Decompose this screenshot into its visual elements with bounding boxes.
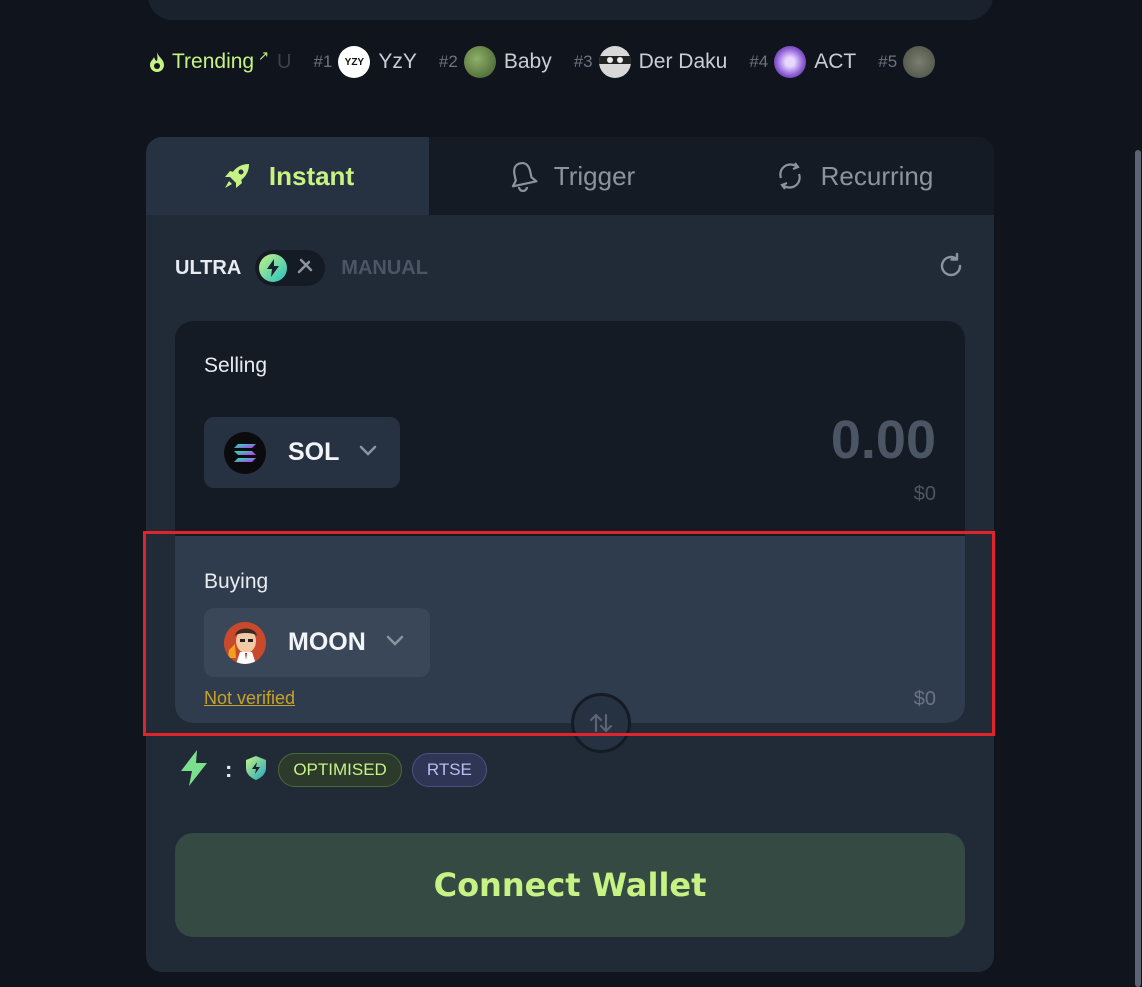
chevron-down-icon bbox=[386, 634, 404, 652]
selling-label: Selling bbox=[204, 354, 268, 377]
optimised-badge: OPTIMISED bbox=[278, 753, 402, 787]
lightning-icon bbox=[179, 749, 209, 791]
tab-instant-label: Instant bbox=[268, 160, 355, 191]
swap-direction-button[interactable] bbox=[571, 693, 631, 753]
token-avatar bbox=[774, 46, 807, 78]
trending-item-2[interactable]: #2 Baby bbox=[439, 46, 552, 78]
not-verified-link[interactable]: Not verified bbox=[204, 688, 295, 709]
trending-rank: #5 bbox=[878, 52, 898, 71]
sol-icon bbox=[224, 431, 266, 474]
buying-token-selector[interactable]: MOON bbox=[204, 608, 430, 677]
trending-rank: #4 bbox=[749, 52, 769, 71]
mode-ultra-label[interactable]: ULTRA bbox=[175, 257, 241, 280]
chevron-down-icon bbox=[359, 444, 377, 462]
bell-icon bbox=[511, 161, 538, 192]
tab-trigger[interactable]: Trigger bbox=[429, 137, 714, 215]
lightning-icon bbox=[259, 254, 288, 282]
tab-instant[interactable]: Instant bbox=[146, 137, 429, 215]
trending-name: ACT bbox=[814, 50, 857, 73]
selling-token-name: SOL bbox=[288, 438, 340, 466]
trending-item-3[interactable]: #3 Der Daku bbox=[573, 46, 728, 78]
buying-token-name: MOON bbox=[288, 628, 366, 656]
trending-name: Der Daku bbox=[638, 50, 728, 73]
recurring-icon bbox=[778, 162, 801, 190]
trending-label: Trending bbox=[172, 50, 255, 73]
scrollbar-thumb[interactable] bbox=[1135, 150, 1141, 987]
trending-name: YzY bbox=[378, 50, 417, 73]
buying-label: Buying bbox=[204, 570, 269, 593]
faded-trending-item: U bbox=[277, 50, 292, 73]
selling-usd-value: $0 bbox=[913, 483, 936, 505]
swap-arrows-icon bbox=[589, 713, 613, 733]
swap-card: Instant Trigger Recurring ULTRA MANUAL S… bbox=[146, 137, 994, 972]
tab-trigger-label: Trigger bbox=[553, 160, 636, 191]
trending-rank: #2 bbox=[438, 52, 458, 71]
order-type-tabs: Instant Trigger Recurring bbox=[146, 137, 994, 215]
trending-link[interactable]: Trending ↗ bbox=[148, 48, 270, 74]
mode-toggle[interactable] bbox=[255, 250, 326, 286]
external-arrow-icon: ↗ bbox=[258, 48, 270, 63]
top-panel bbox=[148, 0, 993, 20]
token-avatar: YZY bbox=[338, 46, 371, 78]
trending-item-4[interactable]: #4 ACT bbox=[749, 46, 856, 78]
token-avatar bbox=[463, 46, 496, 78]
route-separator: : bbox=[225, 757, 233, 782]
token-avatar bbox=[598, 46, 631, 78]
tab-recurring[interactable]: Recurring bbox=[714, 137, 994, 215]
tab-recurring-label: Recurring bbox=[820, 160, 934, 191]
route-info-row: : OPTIMISED RTSE bbox=[179, 749, 487, 791]
token-avatar bbox=[903, 46, 936, 78]
buying-usd-value: $0 bbox=[913, 688, 936, 710]
scrollbar-track[interactable] bbox=[1134, 0, 1142, 987]
trending-bar: Trending ↗ U #1 YZY YzY #2 Baby #3 Der D… bbox=[148, 44, 988, 80]
rtse-badge: RTSE bbox=[411, 753, 487, 787]
selling-token-selector[interactable]: SOL bbox=[204, 417, 400, 488]
mode-row: ULTRA MANUAL bbox=[175, 250, 965, 286]
selling-amount-input[interactable]: 0.00 bbox=[831, 409, 936, 471]
flame-icon bbox=[148, 52, 166, 72]
trending-name: Baby bbox=[503, 50, 552, 73]
trending-rank: #1 bbox=[313, 52, 333, 71]
connect-wallet-button[interactable]: Connect Wallet bbox=[175, 833, 965, 937]
tools-icon bbox=[297, 258, 313, 279]
mode-manual-label[interactable]: MANUAL bbox=[341, 257, 428, 280]
selling-panel: Selling SOL 0.00 $0 Buying MOON Not veri… bbox=[175, 321, 965, 753]
trending-item-5[interactable]: #5 bbox=[878, 46, 943, 78]
trending-rank: #3 bbox=[573, 52, 593, 71]
refresh-icon[interactable] bbox=[937, 252, 965, 285]
rocket-icon bbox=[224, 164, 249, 188]
trending-item-1[interactable]: #1 YZY YzY bbox=[313, 46, 417, 78]
shield-icon bbox=[244, 755, 268, 786]
moon-token-avatar bbox=[224, 621, 266, 664]
buying-panel: Buying MOON Not verified $0 bbox=[175, 536, 965, 723]
